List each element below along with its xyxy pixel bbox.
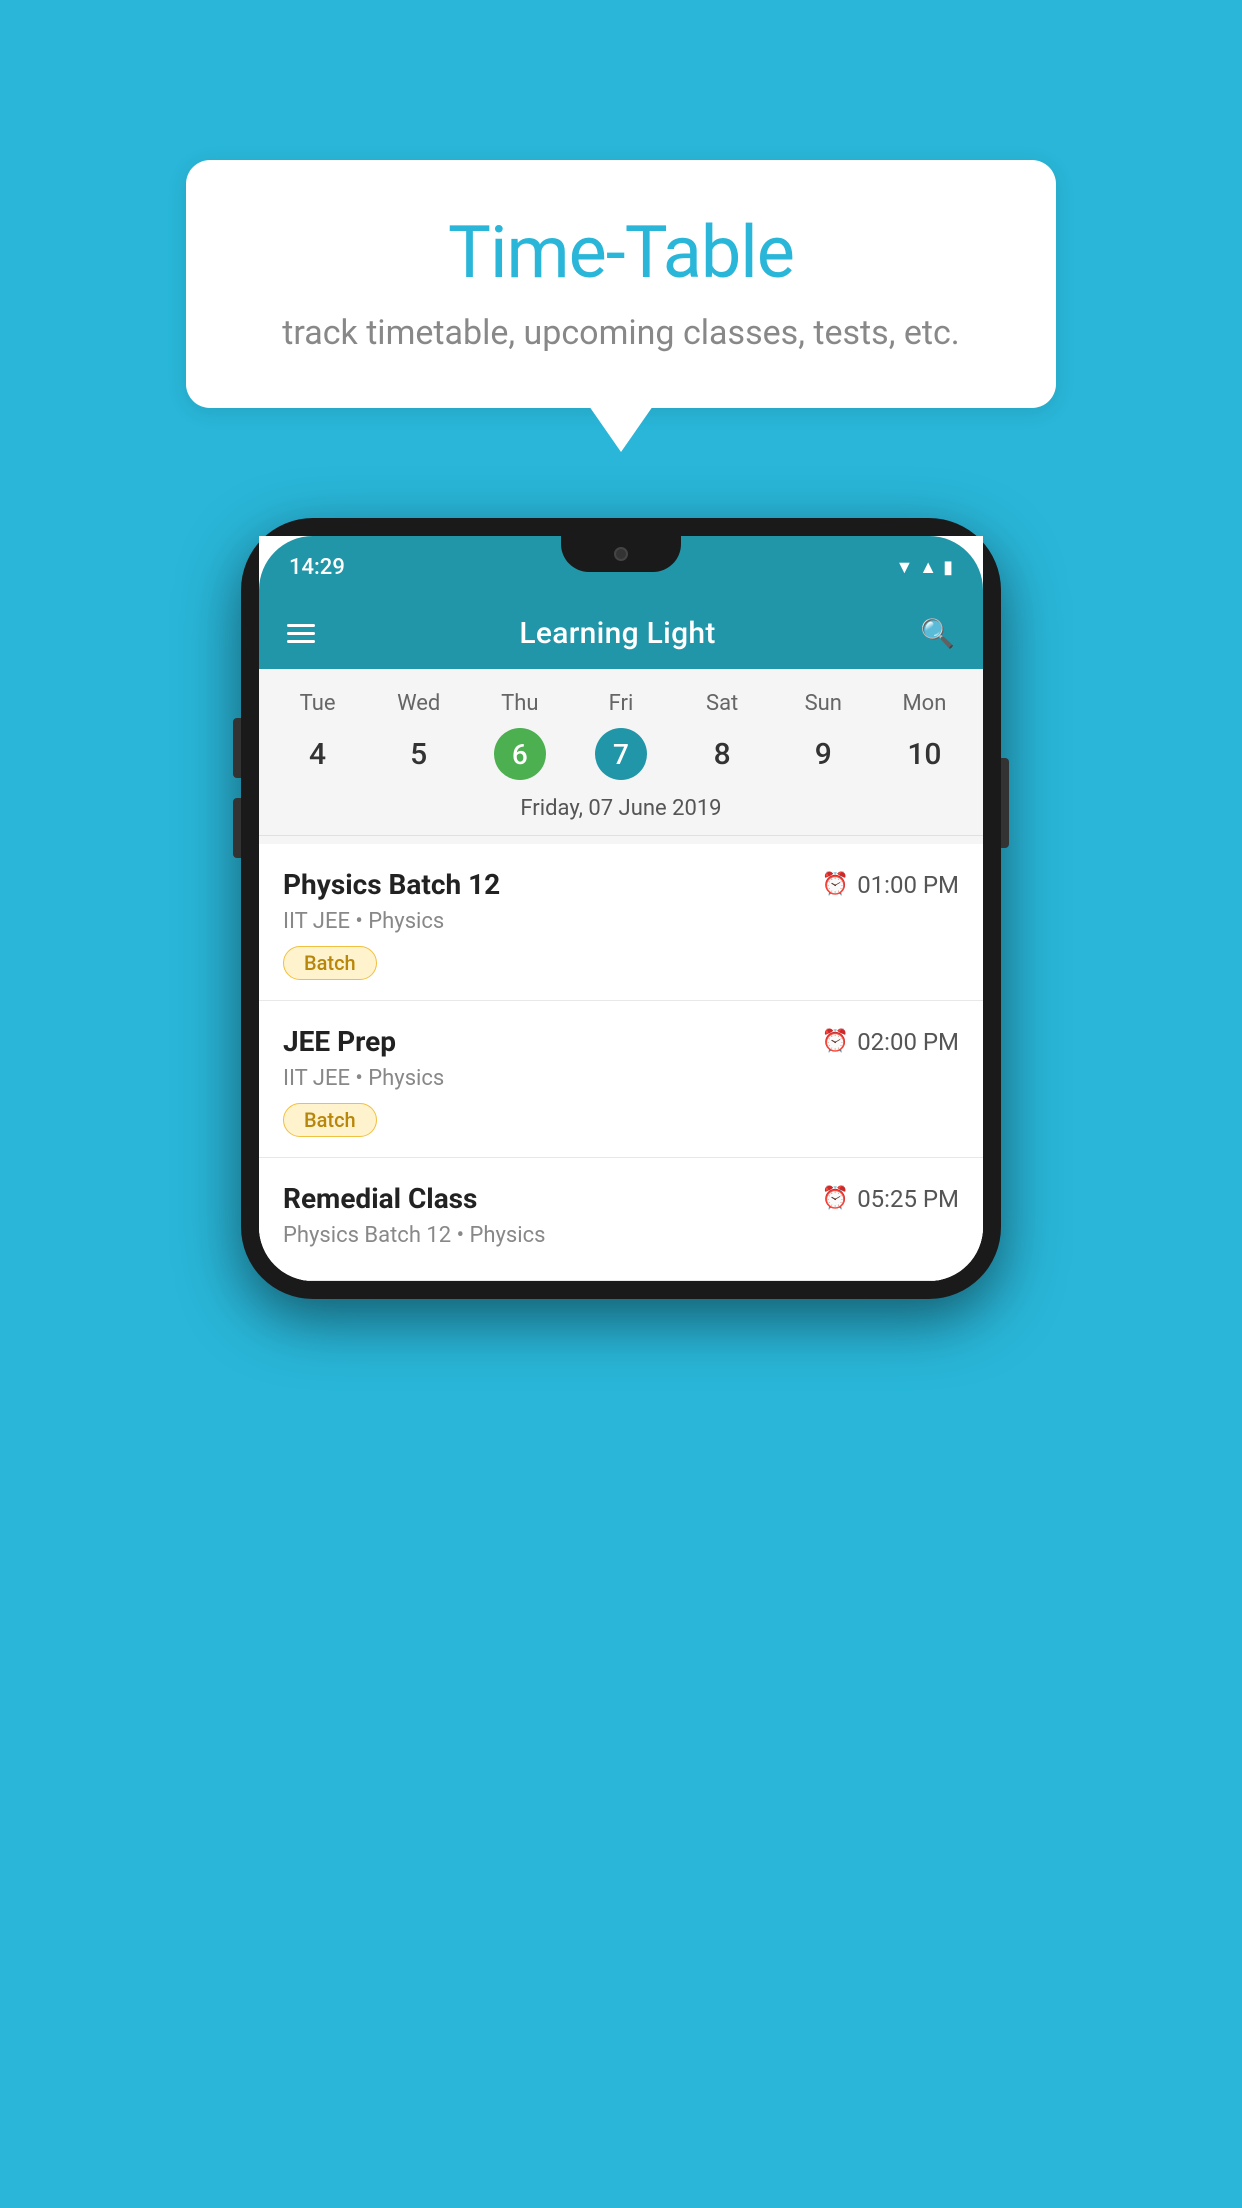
class-time-1: ⏰ 01:00 PM <box>822 871 959 899</box>
app-title: Learning Light <box>519 616 715 651</box>
app-header: Learning Light 🔍 <box>259 598 983 669</box>
clock-icon-1: ⏰ <box>822 872 849 897</box>
class-name-3: Remedial Class <box>283 1182 477 1215</box>
status-time: 14:29 <box>289 555 345 580</box>
class-time-value-3: 05:25 PM <box>857 1185 959 1213</box>
day-header-mon: Mon <box>874 687 975 720</box>
clock-icon-3: ⏰ <box>822 1186 849 1211</box>
speech-bubble: Time-Table track timetable, upcoming cla… <box>186 160 1056 408</box>
day-5[interactable]: 5 <box>368 729 469 780</box>
day-6-today[interactable]: 6 <box>494 728 546 780</box>
day-4[interactable]: 4 <box>267 729 368 780</box>
day-9[interactable]: 9 <box>773 729 874 780</box>
class-meta-3: Physics Batch 12 • Physics <box>283 1223 959 1248</box>
menu-button[interactable] <box>287 624 315 643</box>
class-item-physics-batch-12[interactable]: Physics Batch 12 ⏰ 01:00 PM IIT JEE • Ph… <box>259 844 983 1001</box>
bubble-subtitle: track timetable, upcoming classes, tests… <box>246 313 996 353</box>
batch-tag-1: Batch <box>283 946 377 980</box>
class-name-1: Physics Batch 12 <box>283 868 500 901</box>
class-time-2: ⏰ 02:00 PM <box>822 1028 959 1056</box>
class-item-header-2: JEE Prep ⏰ 02:00 PM <box>283 1025 959 1058</box>
signal-icon: ▲ <box>919 557 937 578</box>
status-icons: ▼ ▲ ▮ <box>895 557 953 578</box>
day-header-sun: Sun <box>773 687 874 720</box>
class-time-value-2: 02:00 PM <box>857 1028 959 1056</box>
class-meta-1: IIT JEE • Physics <box>283 909 959 934</box>
day-10[interactable]: 10 <box>874 729 975 780</box>
day-header-tue: Tue <box>267 687 368 720</box>
class-item-remedial[interactable]: Remedial Class ⏰ 05:25 PM Physics Batch … <box>259 1158 983 1281</box>
day-header-wed: Wed <box>368 687 469 720</box>
volume-down-button <box>233 798 241 858</box>
phone-screen: 14:29 ▼ ▲ ▮ Learning Light 🔍 <box>259 536 983 1281</box>
day-numbers: 4 5 6 7 8 9 10 <box>259 720 983 792</box>
class-time-value-1: 01:00 PM <box>857 871 959 899</box>
status-bar: 14:29 ▼ ▲ ▮ <box>259 536 983 598</box>
day-header-thu: Thu <box>469 687 570 720</box>
batch-tag-2: Batch <box>283 1103 377 1137</box>
class-time-3: ⏰ 05:25 PM <box>822 1185 959 1213</box>
day-header-sat: Sat <box>672 687 773 720</box>
battery-icon: ▮ <box>943 557 953 578</box>
class-item-header-3: Remedial Class ⏰ 05:25 PM <box>283 1182 959 1215</box>
search-button[interactable]: 🔍 <box>920 617 955 650</box>
front-camera <box>614 547 628 561</box>
selected-date-label: Friday, 07 June 2019 <box>259 792 983 836</box>
power-button <box>1001 758 1009 848</box>
day-headers: Tue Wed Thu Fri Sat Sun Mon <box>259 687 983 720</box>
day-7-selected[interactable]: 7 <box>595 728 647 780</box>
calendar-strip: Tue Wed Thu Fri Sat Sun Mon 4 5 6 7 8 9 … <box>259 669 983 844</box>
phone-mockup: 14:29 ▼ ▲ ▮ Learning Light 🔍 <box>241 518 1001 1299</box>
day-8[interactable]: 8 <box>672 729 773 780</box>
day-header-fri: Fri <box>570 687 671 720</box>
volume-up-button <box>233 718 241 778</box>
class-name-2: JEE Prep <box>283 1025 396 1058</box>
clock-icon-2: ⏰ <box>822 1029 849 1054</box>
class-list: Physics Batch 12 ⏰ 01:00 PM IIT JEE • Ph… <box>259 844 983 1281</box>
class-item-jee-prep[interactable]: JEE Prep ⏰ 02:00 PM IIT JEE • Physics Ba… <box>259 1001 983 1158</box>
class-meta-2: IIT JEE • Physics <box>283 1066 959 1091</box>
bubble-title: Time-Table <box>246 210 996 295</box>
phone-frame: 14:29 ▼ ▲ ▮ Learning Light 🔍 <box>241 518 1001 1299</box>
phone-notch <box>561 536 681 572</box>
class-item-header-1: Physics Batch 12 ⏰ 01:00 PM <box>283 868 959 901</box>
wifi-icon: ▼ <box>895 557 913 578</box>
